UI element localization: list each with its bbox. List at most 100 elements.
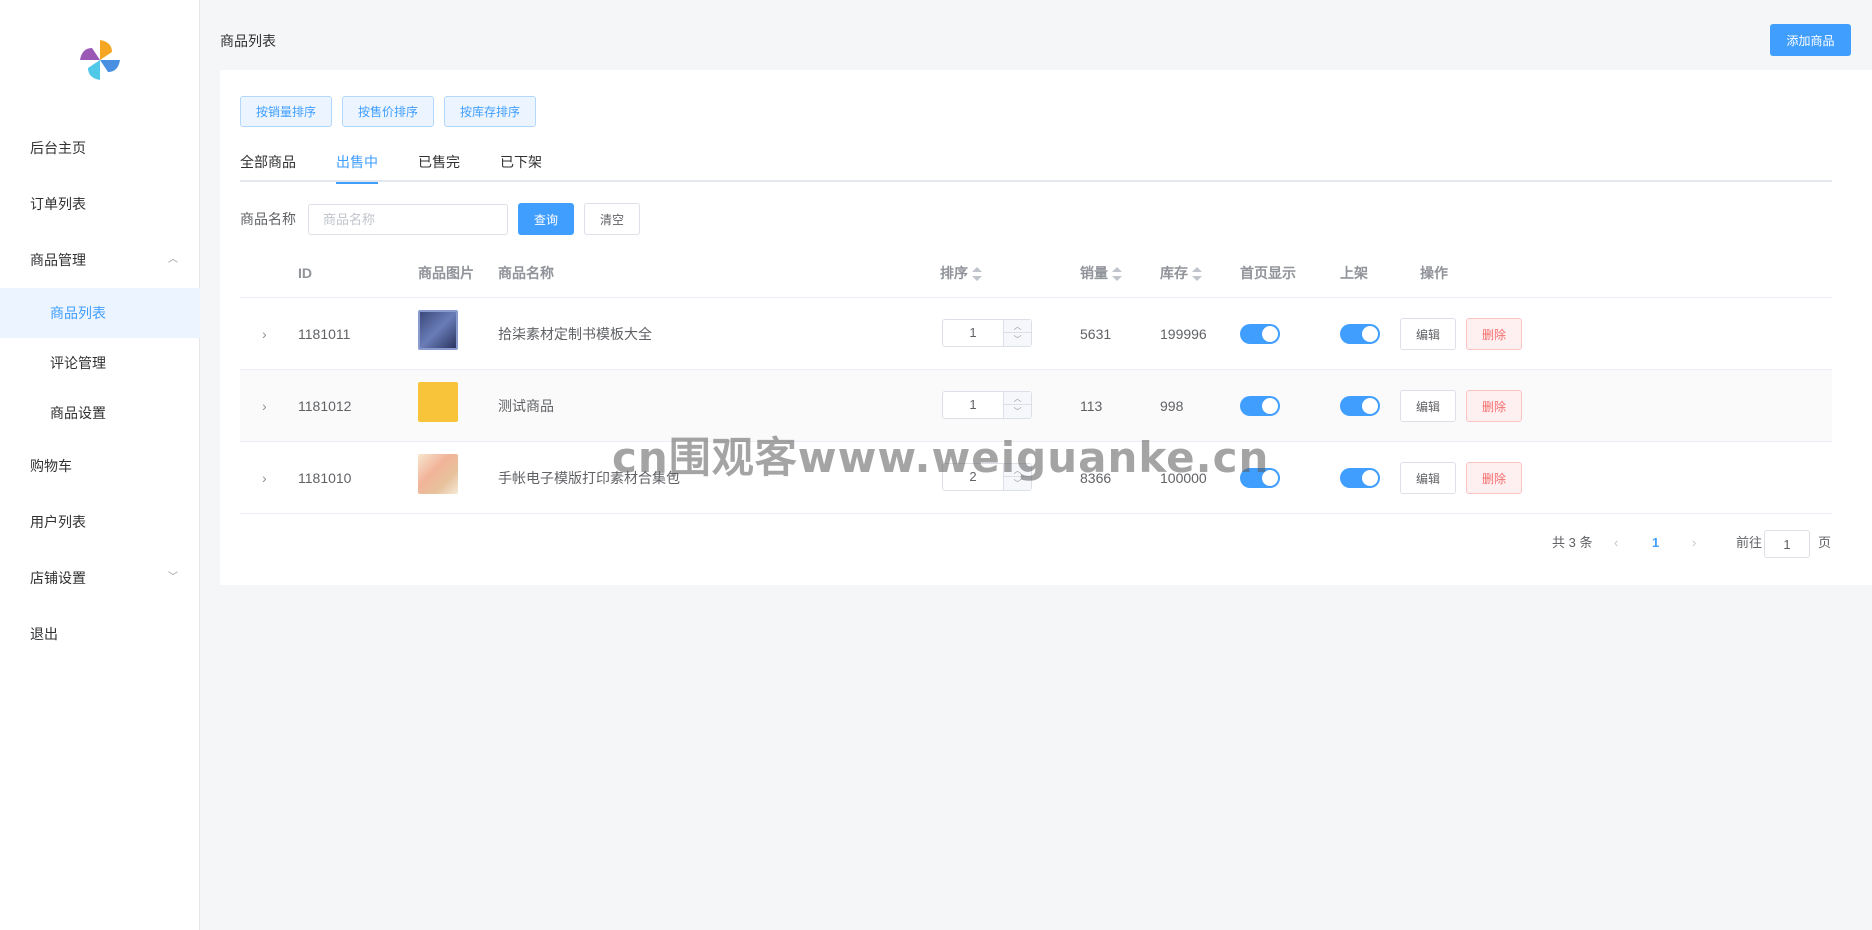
homepage-toggle[interactable] (1240, 324, 1280, 344)
goto-suffix: 页 (1818, 535, 1832, 550)
listed-toggle[interactable] (1340, 468, 1380, 488)
homepage-toggle[interactable] (1240, 396, 1280, 416)
pinwheel-logo-icon (80, 40, 120, 80)
page-title: 商品列表 (220, 33, 276, 49)
product-id: 1181011 (298, 326, 351, 342)
decrement-icon[interactable]: ﹀ (1004, 405, 1031, 418)
product-list-card: 按销量排序 按售价排序 按库存排序 全部商品 出售中 已售完 已下架 商品名称 … (220, 70, 1872, 585)
sort-value[interactable]: 1 (943, 320, 1003, 346)
column-header-id: ID (298, 265, 312, 281)
homepage-toggle[interactable] (1240, 468, 1280, 488)
delete-button[interactable]: 删除 (1466, 462, 1522, 494)
tab-all-products[interactable]: 全部商品 (240, 152, 296, 182)
status-tabs: 全部商品 出售中 已售完 已下架 (240, 152, 1832, 184)
chevron-right-icon[interactable]: › (1692, 528, 1696, 558)
sort-by-sales-button[interactable]: 按销量排序 (240, 96, 333, 127)
sort-stepper[interactable]: 2 ︿ ﹀ (942, 463, 1032, 491)
sort-stepper[interactable]: 1 ︿ ﹀ (942, 319, 1032, 347)
sidebar-menu: 后台主页 订单列表 商品管理 ︿ 商品列表 评论管理 商品设置 购物车 用户列表… (0, 120, 200, 662)
table-row: › 1181010 手帐电子模版打印素材合集包 2 ︿ ﹀ 8366 10000… (240, 442, 1832, 514)
sidebar-subitem-product-list[interactable]: 商品列表 (0, 288, 200, 338)
query-button[interactable]: 查询 (518, 203, 574, 235)
product-thumbnail (418, 382, 458, 422)
sidebar-item-cart[interactable]: 购物车 (0, 438, 200, 494)
column-header-homepage: 首页显示 (1240, 265, 1296, 281)
listed-toggle[interactable] (1340, 324, 1380, 344)
product-table: ID 商品图片 商品名称 排序 销量 库存 首页显示 上架 操作 › 11810… (240, 248, 1832, 514)
sales-value: 113 (1080, 398, 1103, 414)
pagination-total: 共 3 条 (1552, 535, 1593, 550)
stock-value: 100000 (1160, 470, 1207, 486)
increment-icon[interactable]: ︿ (1004, 464, 1031, 477)
column-header-sales[interactable]: 销量 (1080, 248, 1122, 298)
product-name: 测试商品 (498, 398, 554, 414)
sidebar-subitem-reviews[interactable]: 评论管理 (0, 338, 200, 388)
search-label: 商品名称 (240, 211, 296, 227)
column-header-actions: 操作 (1420, 265, 1448, 281)
sort-stepper[interactable]: 1 ︿ ﹀ (942, 391, 1032, 419)
sales-value: 5631 (1080, 326, 1112, 342)
product-id: 1181010 (298, 470, 352, 486)
sort-caret-icon[interactable] (1192, 267, 1202, 282)
sort-value[interactable]: 1 (943, 392, 1003, 418)
sidebar-item-dashboard[interactable]: 后台主页 (0, 120, 200, 176)
product-thumbnail (418, 310, 458, 350)
chevron-down-icon: ﹀ (168, 572, 178, 583)
column-header-image: 商品图片 (418, 265, 474, 281)
increment-icon[interactable]: ︿ (1004, 320, 1031, 333)
sort-value[interactable]: 2 (943, 464, 1003, 490)
increment-icon[interactable]: ︿ (1004, 392, 1031, 405)
edit-button[interactable]: 编辑 (1400, 462, 1456, 494)
tab-sold-out[interactable]: 已售完 (418, 152, 460, 182)
edit-button[interactable]: 编辑 (1400, 390, 1456, 422)
sidebar: 后台主页 订单列表 商品管理 ︿ 商品列表 评论管理 商品设置 购物车 用户列表… (0, 0, 200, 930)
delete-button[interactable]: 删除 (1466, 390, 1522, 422)
sort-caret-icon[interactable] (1112, 267, 1122, 282)
product-name: 拾柒素材定制书模板大全 (498, 326, 652, 342)
expand-chevron-icon[interactable]: › (262, 370, 267, 442)
table-row: › 1181012 测试商品 1 ︿ ﹀ 113 998 编辑 删除 (240, 370, 1832, 442)
column-header-sort[interactable]: 排序 (940, 248, 982, 298)
page-number[interactable]: 1 (1652, 528, 1659, 558)
column-header-listed: 上架 (1340, 265, 1368, 281)
column-header-stock[interactable]: 库存 (1160, 248, 1202, 298)
goto-page-input[interactable] (1764, 530, 1810, 558)
table-row: › 1181011 拾柒素材定制书模板大全 1 ︿ ﹀ 5631 199996 … (240, 298, 1832, 370)
pagination: 共 3 条 ‹ 1 › 前往 页 (1552, 528, 1852, 558)
product-id: 1181012 (298, 398, 352, 414)
column-header-name: 商品名称 (498, 265, 554, 281)
product-name: 手帐电子模版打印素材合集包 (498, 470, 680, 486)
delete-button[interactable]: 删除 (1466, 318, 1522, 350)
stock-value: 199996 (1160, 326, 1207, 342)
sidebar-item-users[interactable]: 用户列表 (0, 494, 200, 550)
decrement-icon[interactable]: ﹀ (1004, 477, 1031, 490)
sidebar-item-orders[interactable]: 订单列表 (0, 176, 200, 232)
sidebar-subitem-product-settings[interactable]: 商品设置 (0, 388, 200, 438)
sidebar-item-shop-settings[interactable]: 店铺设置 ﹀ (0, 550, 200, 606)
product-thumbnail (418, 454, 458, 494)
expand-chevron-icon[interactable]: › (262, 442, 267, 514)
stock-value: 998 (1160, 398, 1184, 414)
sort-by-price-button[interactable]: 按售价排序 (342, 96, 435, 127)
sort-by-stock-button[interactable]: 按库存排序 (444, 96, 537, 127)
chevron-up-icon: ︿ (168, 254, 178, 265)
stepper-controls: ︿ ﹀ (1003, 392, 1031, 418)
sidebar-item-products[interactable]: 商品管理 ︿ (0, 232, 200, 288)
tab-delisted[interactable]: 已下架 (500, 152, 542, 182)
listed-toggle[interactable] (1340, 396, 1380, 416)
add-product-button[interactable]: 添加商品 (1770, 24, 1851, 56)
stepper-controls: ︿ ﹀ (1003, 464, 1031, 490)
decrement-icon[interactable]: ﹀ (1004, 333, 1031, 346)
goto-label: 前往 (1736, 535, 1763, 550)
sales-value: 8366 (1080, 470, 1112, 486)
chevron-left-icon[interactable]: ‹ (1614, 528, 1618, 558)
table-header: ID 商品图片 商品名称 排序 销量 库存 首页显示 上架 操作 (240, 248, 1832, 298)
product-name-search-input[interactable] (308, 204, 508, 235)
expand-chevron-icon[interactable]: › (262, 298, 267, 370)
stepper-controls: ︿ ﹀ (1003, 320, 1031, 346)
edit-button[interactable]: 编辑 (1400, 318, 1456, 350)
tab-on-sale[interactable]: 出售中 (336, 152, 378, 184)
sidebar-item-logout[interactable]: 退出 (0, 606, 200, 662)
clear-button[interactable]: 清空 (584, 203, 640, 235)
sort-caret-icon[interactable] (972, 267, 982, 282)
